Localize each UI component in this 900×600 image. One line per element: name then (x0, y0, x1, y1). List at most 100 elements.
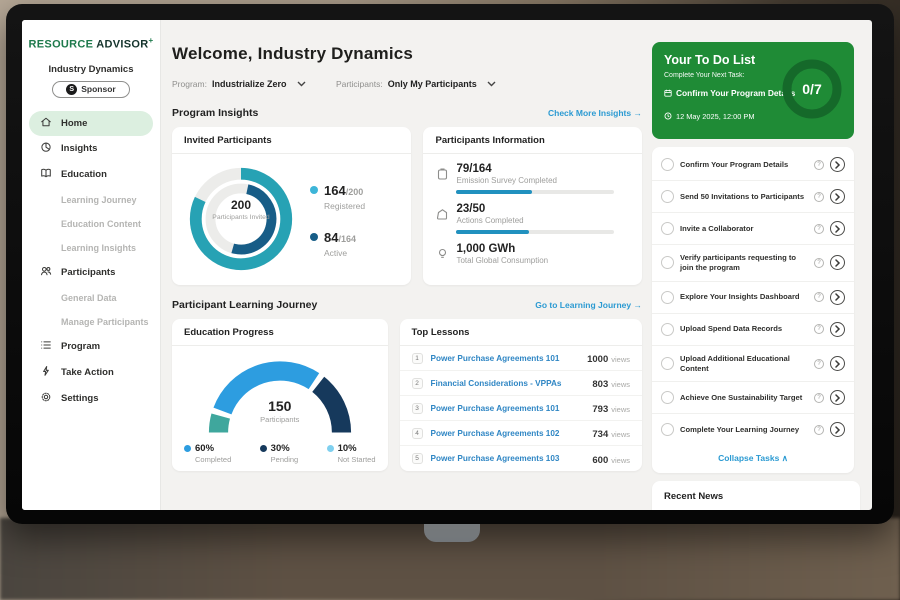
task-row: Explore Your Insights Dashboard ? (652, 282, 854, 314)
legend-item-not-started: 10% Not Started (327, 443, 376, 464)
todo-counter: 0/7 (780, 57, 844, 121)
help-icon[interactable]: ? (814, 224, 824, 234)
sidebar-item-label: Participants (61, 267, 115, 278)
sidebar-item-general-data[interactable]: General Data (22, 286, 160, 310)
stat-emission-survey: 79/164 Emission Survey Completed (423, 154, 642, 194)
section-title: Program Insights (172, 107, 258, 119)
insights-icon (40, 141, 52, 156)
invited-count: 200 (208, 198, 274, 212)
lesson-link[interactable]: Financial Considerations - VPPAs (431, 379, 585, 388)
app-logo: RESOURCE ADVISOR+ (22, 36, 160, 51)
help-icon[interactable]: ? (814, 192, 824, 202)
gear-icon (40, 391, 52, 406)
task-open-button[interactable] (830, 422, 845, 437)
task-checkbox[interactable] (661, 391, 674, 404)
task-checkbox[interactable] (661, 323, 674, 336)
help-icon[interactable]: ? (814, 393, 824, 403)
sidebar-item-education-content[interactable]: Education Content (22, 212, 160, 236)
invited-participants-card: Invited Participants 200 Participants In… (172, 127, 411, 285)
program-insights-header: Program Insights Check More Insights → (172, 107, 642, 119)
participants-count-label: Participants (235, 415, 325, 424)
help-icon[interactable]: ? (814, 292, 824, 302)
task-open-button[interactable] (830, 322, 845, 337)
help-icon[interactable]: ? (814, 359, 824, 369)
lesson-rank: 3 (412, 403, 423, 414)
progress-track (456, 230, 614, 234)
sponsor-badge-label: Sponsor (81, 84, 115, 94)
help-icon[interactable]: ? (814, 324, 824, 334)
go-to-learning-journey-link[interactable]: Go to Learning Journey → (535, 300, 642, 310)
todo-task-list: Confirm Your Program Details ? Send 50 I… (652, 147, 854, 473)
lesson-rank: 2 (412, 378, 423, 389)
sidebar-menu: Home Insights Education Learning Journey… (22, 111, 160, 412)
task-open-button[interactable] (830, 290, 845, 305)
sidebar-item-participants[interactable]: Participants (22, 260, 160, 286)
task-open-button[interactable] (830, 356, 845, 371)
sidebar-item-learning-insights[interactable]: Learning Insights (22, 236, 160, 260)
list-icon (40, 339, 52, 354)
page-title: Welcome, Industry Dynamics (172, 44, 642, 64)
lesson-link[interactable]: Power Purchase Agreements 101 (431, 354, 580, 363)
section-title: Participant Learning Journey (172, 299, 317, 311)
sidebar-item-settings[interactable]: Settings (22, 386, 160, 412)
task-checkbox[interactable] (661, 222, 674, 235)
legend-dot (260, 445, 267, 452)
sponsor-badge: S Sponsor (52, 81, 130, 98)
lesson-link[interactable]: Power Purchase Agreements 102 (431, 429, 585, 438)
sidebar-item-take-action[interactable]: Take Action (22, 360, 160, 386)
logo-plus: + (148, 36, 153, 45)
participants-dropdown[interactable]: Participants: Only My Participants (336, 74, 496, 92)
task-checkbox[interactable] (661, 256, 674, 269)
sidebar-item-insights[interactable]: Insights (22, 136, 160, 162)
lesson-link[interactable]: Power Purchase Agreements 101 (431, 404, 585, 413)
sidebar-item-program[interactable]: Program (22, 334, 160, 360)
card-title: Top Lessons (400, 319, 642, 346)
sidebar-item-label: Program (61, 341, 100, 352)
participants-label: Participants: (336, 79, 383, 89)
donut-chart-area: 200 Participants Invited 164/200 Registe… (172, 154, 411, 278)
sidebar-item-label: Insights (61, 143, 97, 154)
collapse-tasks-link[interactable]: Collapse Tasks ∧ (652, 445, 854, 471)
stat-actions-completed: 23/50 Actions Completed (423, 194, 642, 234)
lesson-link[interactable]: Power Purchase Agreements 103 (431, 454, 585, 463)
check-more-insights-link[interactable]: Check More Insights → (548, 108, 642, 118)
task-checkbox[interactable] (661, 291, 674, 304)
task-open-button[interactable] (830, 189, 845, 204)
learning-cards-row: Education Progress 150 Participants 60% … (172, 319, 642, 471)
progress-track (456, 190, 614, 194)
task-row: Send 50 Invitations to Participants ? (652, 181, 854, 213)
sidebar-item-manage-participants[interactable]: Manage Participants (22, 310, 160, 334)
task-open-button[interactable] (830, 221, 845, 236)
task-checkbox[interactable] (661, 158, 674, 171)
learning-journey-header: Participant Learning Journey Go to Learn… (172, 299, 642, 311)
home-icon (40, 116, 52, 131)
card-title: Invited Participants (172, 127, 411, 154)
help-icon[interactable]: ? (814, 258, 824, 268)
logo-text-advisor: ADVISOR (96, 39, 148, 51)
task-open-button[interactable] (830, 255, 845, 270)
task-checkbox[interactable] (661, 357, 674, 370)
legend-dot (184, 445, 191, 452)
people-icon (40, 265, 52, 280)
stat-global-consumption: 1,000 GWh Total Global Consumption (423, 234, 642, 265)
logo-text-resource: RESOURCE (29, 39, 94, 51)
filters-row: Program:Industrialize Zero Participants:… (172, 74, 642, 92)
sidebar-item-education[interactable]: Education (22, 162, 160, 188)
donut-center-label: 200 Participants Invited (208, 198, 274, 222)
program-dropdown[interactable]: Program:Industrialize Zero (172, 74, 306, 92)
task-open-button[interactable] (830, 157, 845, 172)
task-checkbox[interactable] (661, 190, 674, 203)
participants-value: Only My Participants (388, 79, 477, 89)
help-icon[interactable]: ? (814, 425, 824, 435)
task-checkbox[interactable] (661, 423, 674, 436)
task-open-button[interactable] (830, 390, 845, 405)
recent-news-card: Recent News (652, 481, 860, 510)
sidebar-item-label: Settings (61, 393, 98, 404)
participants-information-card: Participants Information 79/164 Emission… (423, 127, 642, 285)
take-action-icon (40, 365, 52, 380)
sidebar-item-home[interactable]: Home (29, 111, 153, 136)
legend-item-active: 84/164 Active (310, 229, 365, 258)
chevron-down-icon (297, 74, 306, 92)
sidebar-item-learning-journey[interactable]: Learning Journey (22, 188, 160, 212)
help-icon[interactable]: ? (814, 160, 824, 170)
